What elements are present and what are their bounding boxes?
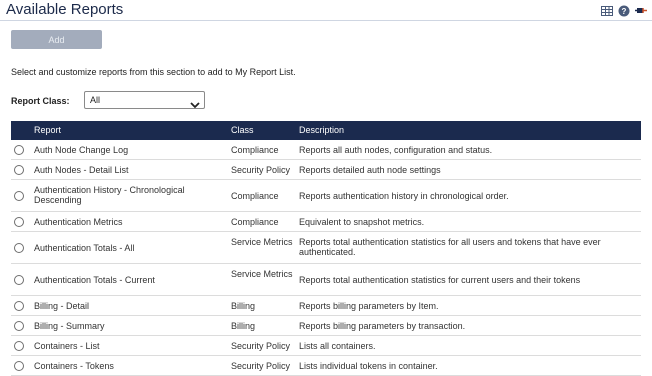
report-description: Lists all containers.: [299, 341, 376, 351]
row-radio[interactable]: [14, 191, 24, 201]
table-row[interactable]: Auth Nodes - Detail List Security Policy…: [11, 160, 641, 180]
report-name: Auth Nodes - Detail List: [34, 165, 129, 175]
report-description: Equivalent to snapshot metrics.: [299, 217, 425, 227]
add-button[interactable]: Add: [11, 30, 102, 49]
table-header: Report Class Description: [11, 121, 641, 140]
row-radio[interactable]: [14, 165, 24, 175]
report-class: Security Policy: [231, 341, 291, 351]
grid-view-icon[interactable]: [601, 4, 613, 16]
report-name: Authentication Totals - Current: [34, 275, 155, 285]
report-description: Reports billing parameters by transactio…: [299, 321, 466, 331]
report-description: Reports authentication history in chrono…: [299, 191, 509, 201]
table-row[interactable]: Authentication Metrics Compliance Equiva…: [11, 212, 641, 232]
report-name: Billing - Summary: [34, 321, 105, 331]
report-description: Reports total authentication statistics …: [299, 237, 601, 257]
row-radio[interactable]: [14, 341, 24, 351]
report-name: Authentication History - Chronological D…: [34, 185, 185, 205]
svg-text:?: ?: [622, 7, 627, 16]
report-class: Compliance: [231, 217, 279, 227]
column-header-report: Report: [34, 125, 62, 135]
report-name: Containers - List: [34, 341, 100, 351]
row-radio[interactable]: [14, 217, 24, 227]
report-class: Billing: [231, 301, 256, 311]
report-description: Reports total authentication statistics …: [299, 275, 581, 285]
help-icon[interactable]: ?: [618, 4, 630, 17]
report-name: Authentication Metrics: [34, 217, 123, 227]
table-row[interactable]: Authentication Totals - All Service Metr…: [11, 232, 641, 264]
table-row[interactable]: Billing - Summary Billing Reports billin…: [11, 316, 641, 336]
report-class: Service Metrics: [231, 269, 293, 279]
report-class-label: Report Class:: [11, 96, 70, 106]
row-radio[interactable]: [14, 145, 24, 155]
report-description: Reports billing parameters by Item.: [299, 301, 439, 311]
report-class: Security Policy: [231, 361, 291, 371]
column-header-class: Class: [231, 125, 254, 135]
table-row[interactable]: Containers - List Security Policy Lists …: [11, 336, 641, 356]
instructions-text: Select and customize reports from this s…: [11, 67, 296, 77]
pin-icon[interactable]: [635, 4, 647, 16]
page-title: Available Reports: [6, 1, 124, 18]
table-row[interactable]: Authentication Totals - Current Service …: [11, 264, 641, 296]
report-class-select[interactable]: All: [84, 91, 205, 109]
report-description: Lists individual tokens in container.: [299, 361, 438, 371]
report-name: Auth Node Change Log: [34, 145, 129, 155]
page-header: Available Reports ?: [0, 0, 652, 21]
report-class: Service Metrics: [231, 237, 293, 247]
column-header-description: Description: [299, 125, 345, 135]
row-radio[interactable]: [14, 301, 24, 311]
row-radio[interactable]: [14, 275, 24, 285]
report-description: Reports all auth nodes, configuration an…: [299, 145, 493, 155]
row-radio[interactable]: [14, 321, 24, 331]
report-class: Security Policy: [231, 165, 291, 175]
report-name: Containers - Tokens: [34, 361, 114, 371]
table-row[interactable]: Billing - Detail Billing Reports billing…: [11, 296, 641, 316]
table-row[interactable]: Authentication History - Chronological D…: [11, 180, 641, 212]
chevron-down-icon: [190, 96, 200, 109]
report-name: Billing - Detail: [34, 301, 90, 311]
report-name: Authentication Totals - All: [34, 243, 135, 253]
report-class: Compliance: [231, 191, 279, 201]
report-class-value: All: [90, 95, 101, 105]
table-row[interactable]: Auth Node Change Log Compliance Reports …: [11, 140, 641, 160]
report-description: Reports detailed auth node settings: [299, 165, 441, 175]
row-radio[interactable]: [14, 361, 24, 371]
reports-table: Report Class Description Auth Node Chang…: [11, 121, 641, 376]
header-icons: ?: [601, 4, 647, 17]
report-class: Billing: [231, 321, 256, 331]
table-row[interactable]: Containers - Tokens Security Policy List…: [11, 356, 641, 376]
row-radio[interactable]: [14, 243, 24, 253]
report-class: Compliance: [231, 145, 279, 155]
